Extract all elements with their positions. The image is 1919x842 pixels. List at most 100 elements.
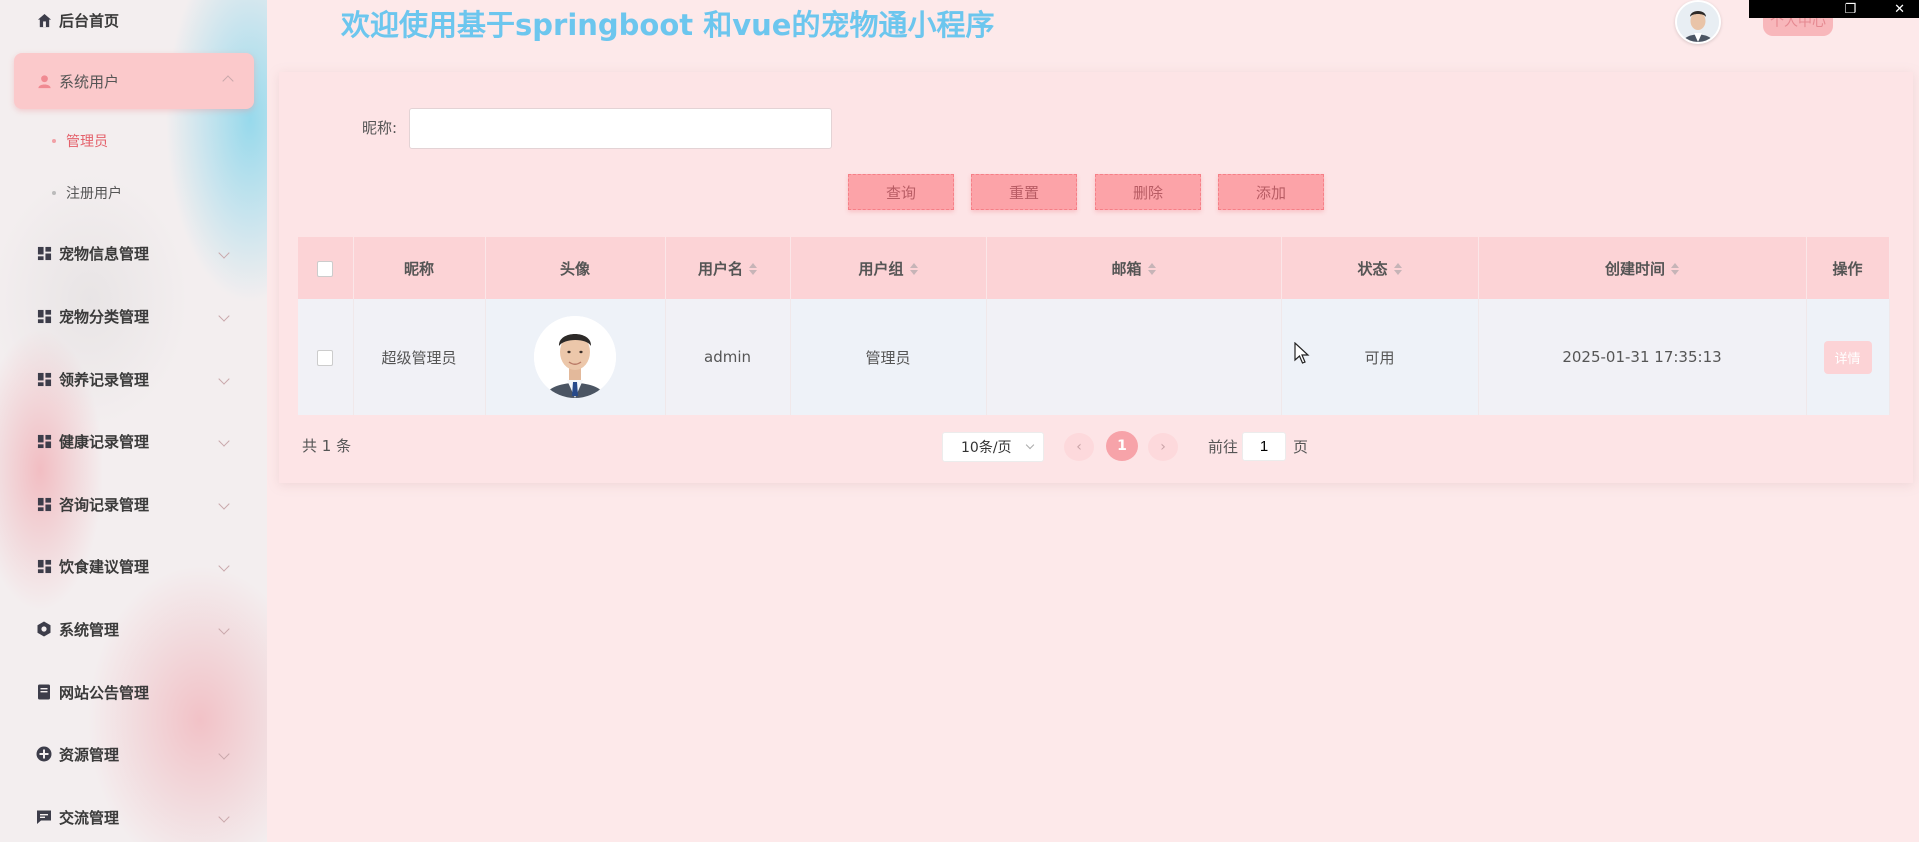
chevron-down-icon	[1025, 440, 1035, 450]
pagination-total: 共 1 条	[302, 437, 352, 455]
sidebar-item-label: 咨询记录管理	[59, 495, 150, 514]
mouse-cursor-icon	[1294, 342, 1310, 364]
chevron-up-icon	[222, 75, 234, 87]
table-header-row: 昵称 头像 用户名 用户组 邮箱 状态 创建时间 操作	[298, 237, 1890, 299]
user-icon	[36, 73, 52, 89]
sidebar-item-resources[interactable]: 资源管理	[0, 729, 267, 779]
close-icon[interactable]: ✕	[1894, 2, 1905, 17]
grid-icon	[36, 558, 52, 574]
chevron-down-icon	[218, 247, 230, 259]
column-header-label: 状态	[1357, 259, 1388, 278]
grid-icon	[36, 245, 52, 261]
column-header-actions: 操作	[1806, 237, 1890, 299]
add-button[interactable]: 添加	[1218, 174, 1324, 210]
bullet-icon	[52, 139, 56, 143]
detail-button[interactable]: 详情	[1823, 340, 1872, 374]
sidebar-item-label: 网站公告管理	[59, 683, 150, 702]
home-icon	[36, 12, 52, 28]
select-all-checkbox[interactable]	[317, 260, 334, 277]
sidebar: 后台首页 系统用户 管理员 注册用户 宠物信息管理 宠物分类管理 领养记录管理 …	[0, 0, 267, 842]
column-header-label: 操作	[1832, 259, 1863, 278]
sidebar-item-label: 宠物分类管理	[59, 307, 150, 326]
page-number-button[interactable]: 1	[1106, 431, 1138, 461]
page-size-select[interactable]: 10条/页	[942, 432, 1044, 462]
sidebar-item-label: 系统管理	[59, 620, 120, 639]
search-label: 昵称:	[362, 119, 398, 137]
sort-icon[interactable]	[1393, 263, 1402, 275]
sidebar-subitem-registered-users[interactable]: 注册用户	[52, 178, 122, 208]
grid-icon	[36, 371, 52, 387]
gear-icon	[36, 621, 52, 637]
status-cell: 可用	[1281, 299, 1479, 415]
column-header-group[interactable]: 用户组	[790, 237, 987, 299]
delete-button[interactable]: 删除	[1095, 174, 1201, 210]
chevron-left-icon: ‹	[1076, 439, 1082, 455]
bullet-icon	[52, 191, 56, 195]
window-controls: ❐ ✕	[1749, 0, 1919, 18]
chevron-down-icon	[218, 748, 230, 760]
sidebar-item-communication[interactable]: 交流管理	[0, 792, 267, 842]
grid-icon	[36, 308, 52, 324]
chevron-down-icon	[218, 435, 230, 447]
sidebar-item-pet-info[interactable]: 宠物信息管理	[0, 228, 267, 278]
sort-icon[interactable]	[1147, 263, 1156, 275]
chevron-down-icon	[218, 560, 230, 572]
sidebar-item-label: 后台首页	[59, 11, 120, 30]
sidebar-item-label: 系统用户	[59, 72, 120, 91]
sidebar-item-system-users[interactable]: 系统用户	[14, 53, 254, 109]
avatar-cell	[485, 299, 666, 415]
select-all-header	[298, 237, 354, 299]
sidebar-subitem-admin[interactable]: 管理员	[52, 126, 108, 156]
column-header-label: 邮箱	[1111, 259, 1142, 278]
sort-icon[interactable]	[1671, 263, 1679, 275]
nickname-cell: 超级管理员	[353, 299, 486, 415]
sidebar-item-system-manage[interactable]: 系统管理	[0, 604, 267, 654]
sidebar-item-label: 领养记录管理	[59, 370, 150, 389]
column-header-email[interactable]: 邮箱	[986, 237, 1282, 299]
column-header-nickname: 昵称	[353, 237, 486, 299]
chat-icon	[36, 809, 52, 825]
restore-icon[interactable]: ❐	[1844, 2, 1856, 17]
sidebar-item-home[interactable]: 后台首页	[0, 0, 267, 45]
column-header-label: 创建时间	[1604, 259, 1665, 278]
sidebar-item-announcements[interactable]: 网站公告管理	[0, 667, 267, 717]
next-page-button[interactable]: ›	[1148, 433, 1178, 461]
grid-icon	[36, 433, 52, 449]
sidebar-item-pet-category[interactable]: 宠物分类管理	[0, 291, 267, 341]
email-cell	[986, 299, 1282, 415]
chevron-down-icon	[218, 310, 230, 322]
sort-icon[interactable]	[749, 263, 757, 275]
goto-page-input[interactable]	[1242, 432, 1286, 461]
page-size-value: 10条/页	[961, 440, 1012, 456]
sidebar-item-label: 宠物信息管理	[59, 244, 150, 263]
sidebar-item-health-records[interactable]: 健康记录管理	[0, 416, 267, 466]
column-header-label: 头像	[559, 259, 590, 278]
sidebar-item-label: 饮食建议管理	[59, 557, 150, 576]
table-row: 超级管理员 admin 管理员 可用 2025-01-31 17:35:13 详…	[298, 299, 1890, 415]
plus-circle-icon	[36, 746, 52, 762]
column-header-username[interactable]: 用户名	[665, 237, 791, 299]
sidebar-item-adoption-records[interactable]: 领养记录管理	[0, 354, 267, 404]
goto-prefix-label: 前往	[1208, 438, 1239, 456]
sidebar-item-label: 资源管理	[59, 745, 120, 764]
user-avatar[interactable]	[1675, 0, 1721, 44]
query-button[interactable]: 查询	[848, 174, 954, 210]
reset-button[interactable]: 重置	[971, 174, 1077, 210]
column-header-status[interactable]: 状态	[1281, 237, 1479, 299]
sidebar-item-consult-records[interactable]: 咨询记录管理	[0, 479, 267, 529]
nickname-search-input[interactable]	[409, 108, 832, 149]
chevron-down-icon	[218, 623, 230, 635]
row-select-cell	[298, 299, 354, 415]
column-header-created[interactable]: 创建时间	[1478, 237, 1807, 299]
chevron-down-icon	[218, 373, 230, 385]
sort-icon[interactable]	[909, 263, 918, 275]
sidebar-subitem-label: 管理员	[66, 134, 108, 150]
chevron-down-icon	[218, 811, 230, 823]
row-checkbox[interactable]	[317, 349, 334, 366]
column-header-avatar: 头像	[485, 237, 666, 299]
sidebar-item-diet-advice[interactable]: 饮食建议管理	[0, 541, 267, 591]
prev-page-button[interactable]: ‹	[1064, 433, 1094, 461]
document-icon	[36, 684, 52, 700]
sidebar-subitem-label: 注册用户	[66, 186, 122, 202]
group-cell: 管理员	[790, 299, 987, 415]
